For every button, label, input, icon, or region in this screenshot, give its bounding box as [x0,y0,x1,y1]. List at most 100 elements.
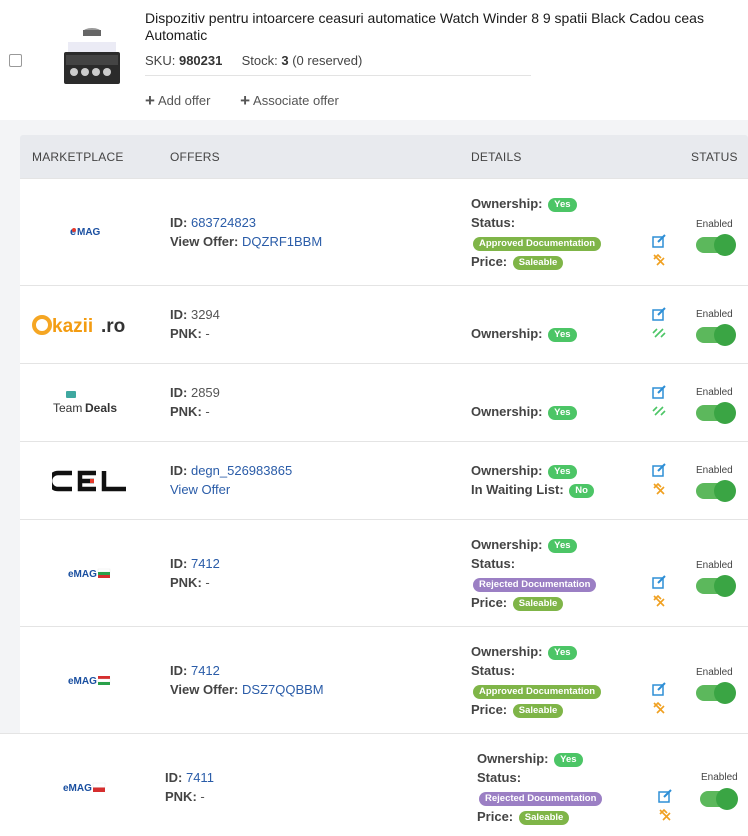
status-badge-line: Rejected Documentation [471,576,597,592]
table-row: eMAG ID: 7412 PNK: - Ownership: Yes Stat… [20,519,748,626]
ownership-line: Ownership: Yes [471,326,577,342]
edit-icon[interactable] [652,575,666,589]
add-offer-button[interactable]: + Add offer [145,91,210,110]
offer-id-link[interactable]: 683724823 [191,215,256,230]
ownership-line: Ownership: Yes [471,537,577,553]
emag-logo: e MAG [70,226,101,238]
enabled-toggle[interactable] [696,682,736,704]
status-line: Status: [477,770,522,785]
enabled-toggle[interactable] [696,324,736,346]
link-icon[interactable] [652,404,666,418]
svg-text:MAG: MAG [77,227,101,238]
table-header: MARKETPLACE OFFERS DETAILS STATUS [20,135,748,178]
sku-value: 980231 [178,53,223,68]
offer-id: ID: 7412 [170,663,220,678]
product-title[interactable]: Dispozitiv pentru intoarcere ceasuri aut… [145,10,745,44]
price-line: Price: Saleable [471,595,564,611]
unlink-icon[interactable] [652,594,666,608]
offer-id-link[interactable]: 7412 [191,663,220,678]
offer-pnk: PNK: - [170,404,210,419]
ownership-line: Ownership: Yes [471,196,577,212]
status-badge-line: Rejected Documentation [477,790,603,806]
offer-view: View Offer: DQZRF1BBM [170,234,323,249]
okazii-logo: kazii .ro [32,315,125,337]
edit-icon[interactable] [652,682,666,696]
table-row: eMAG ID: 7412 View Offer: DSZ7QQBBM Owne… [20,626,748,733]
rejected-badge: Rejected Documentation [479,792,603,806]
offer-pnk: PNK: - [165,789,205,804]
table-row: e MAG ID: 683724823 View Offer: DQZRF1BB… [20,178,748,285]
enabled-label: Enabled [696,465,733,476]
ownership-line: Ownership: Yes [477,751,583,767]
offer-id-link[interactable]: 7412 [191,556,220,571]
table-row: Team Deals ID: 2859 PNK: - Ownership: Ye… [20,363,748,441]
waiting-list-line: In Waiting List: No [471,482,594,498]
enabled-label: Enabled [696,560,733,571]
offer-id-link[interactable]: degn_526983865 [191,463,292,478]
offer-id: ID: 7412 [170,556,220,571]
enabled-toggle[interactable] [696,480,736,502]
edit-icon[interactable] [658,789,672,803]
product-meta: SKU: 980231 Stock: 3 (0 reserved) [145,53,362,68]
status-line: Status: [471,215,516,230]
enabled-label: Enabled [696,309,733,320]
table-row: ID: degn_526983865 View Offer Ownership:… [20,441,748,519]
table-row: kazii .ro ID: 3294 PNK: - Ownership: Yes… [20,285,748,363]
plus-icon: + [145,91,155,110]
view-offer-link[interactable]: DQZRF1BBM [242,234,322,249]
approved-badge: Approved Documentation [473,237,602,251]
edit-icon[interactable] [652,385,666,399]
offer-id-value: 3294 [190,307,220,322]
unlink-icon[interactable] [652,253,666,267]
reserved-text: (0 reserved) [292,53,363,68]
waiting-list-badge: No [569,484,594,498]
status-line: Status: [471,663,516,678]
toggle-knob [714,480,736,502]
saleable-badge: Saleable [512,597,564,611]
enabled-label: Enabled [701,772,738,783]
unlink-icon[interactable] [652,482,666,496]
offer-id: ID: 7411 [165,770,214,785]
toggle-knob [714,234,736,256]
offer-pnk: PNK: - [170,326,210,341]
table-row: eMAG ID: 7411 PNK: - Ownership: Yes Stat… [0,733,748,836]
teamdeals-logo: Team Deals [53,391,117,415]
associate-offer-label: Associate offer [253,93,339,108]
emag-hu-logo: eMAG [68,676,111,687]
enabled-toggle[interactable] [696,575,736,597]
unlink-icon[interactable] [652,701,666,715]
svg-text:eMAG: eMAG [68,676,97,687]
product-actions: + Add offer + Associate offer [145,91,365,110]
offer-view: View Offer [170,482,230,497]
enabled-toggle[interactable] [700,788,738,810]
offer-id-link[interactable]: 7411 [186,770,214,785]
saleable-badge: Saleable [518,811,570,825]
toggle-knob [714,402,736,424]
enabled-toggle[interactable] [696,234,736,256]
associate-offer-button[interactable]: + Associate offer [240,92,339,109]
edit-icon[interactable] [652,463,666,477]
emag-pl-logo: eMAG [63,782,106,794]
toggle-knob [714,682,736,704]
cel-logo [52,470,126,492]
ownership-line: Ownership: Yes [471,463,577,479]
svg-text:Deals: Deals [85,401,117,415]
sku-label: SKU: [145,53,176,68]
link-icon[interactable] [652,326,666,340]
divider [145,75,531,76]
price-line: Price: Saleable [471,702,564,718]
enabled-label: Enabled [696,387,733,398]
view-offer-link[interactable]: View Offer [170,482,230,497]
offer-id: ID: 2859 [170,385,220,400]
edit-icon[interactable] [652,234,666,248]
enabled-toggle[interactable] [696,402,736,424]
edit-icon[interactable] [652,307,666,321]
product-select-checkbox[interactable] [9,54,22,67]
saleable-badge: Saleable [512,704,564,718]
ownership-line: Ownership: Yes [471,644,577,660]
offer-id: ID: degn_526983865 [170,463,293,478]
product-header: Dispozitiv pentru intoarcere ceasuri aut… [0,0,748,120]
unlink-icon[interactable] [658,808,672,822]
view-offer-link[interactable]: DSZ7QQBBM [242,682,324,697]
ownership-badge: Yes [548,465,577,479]
